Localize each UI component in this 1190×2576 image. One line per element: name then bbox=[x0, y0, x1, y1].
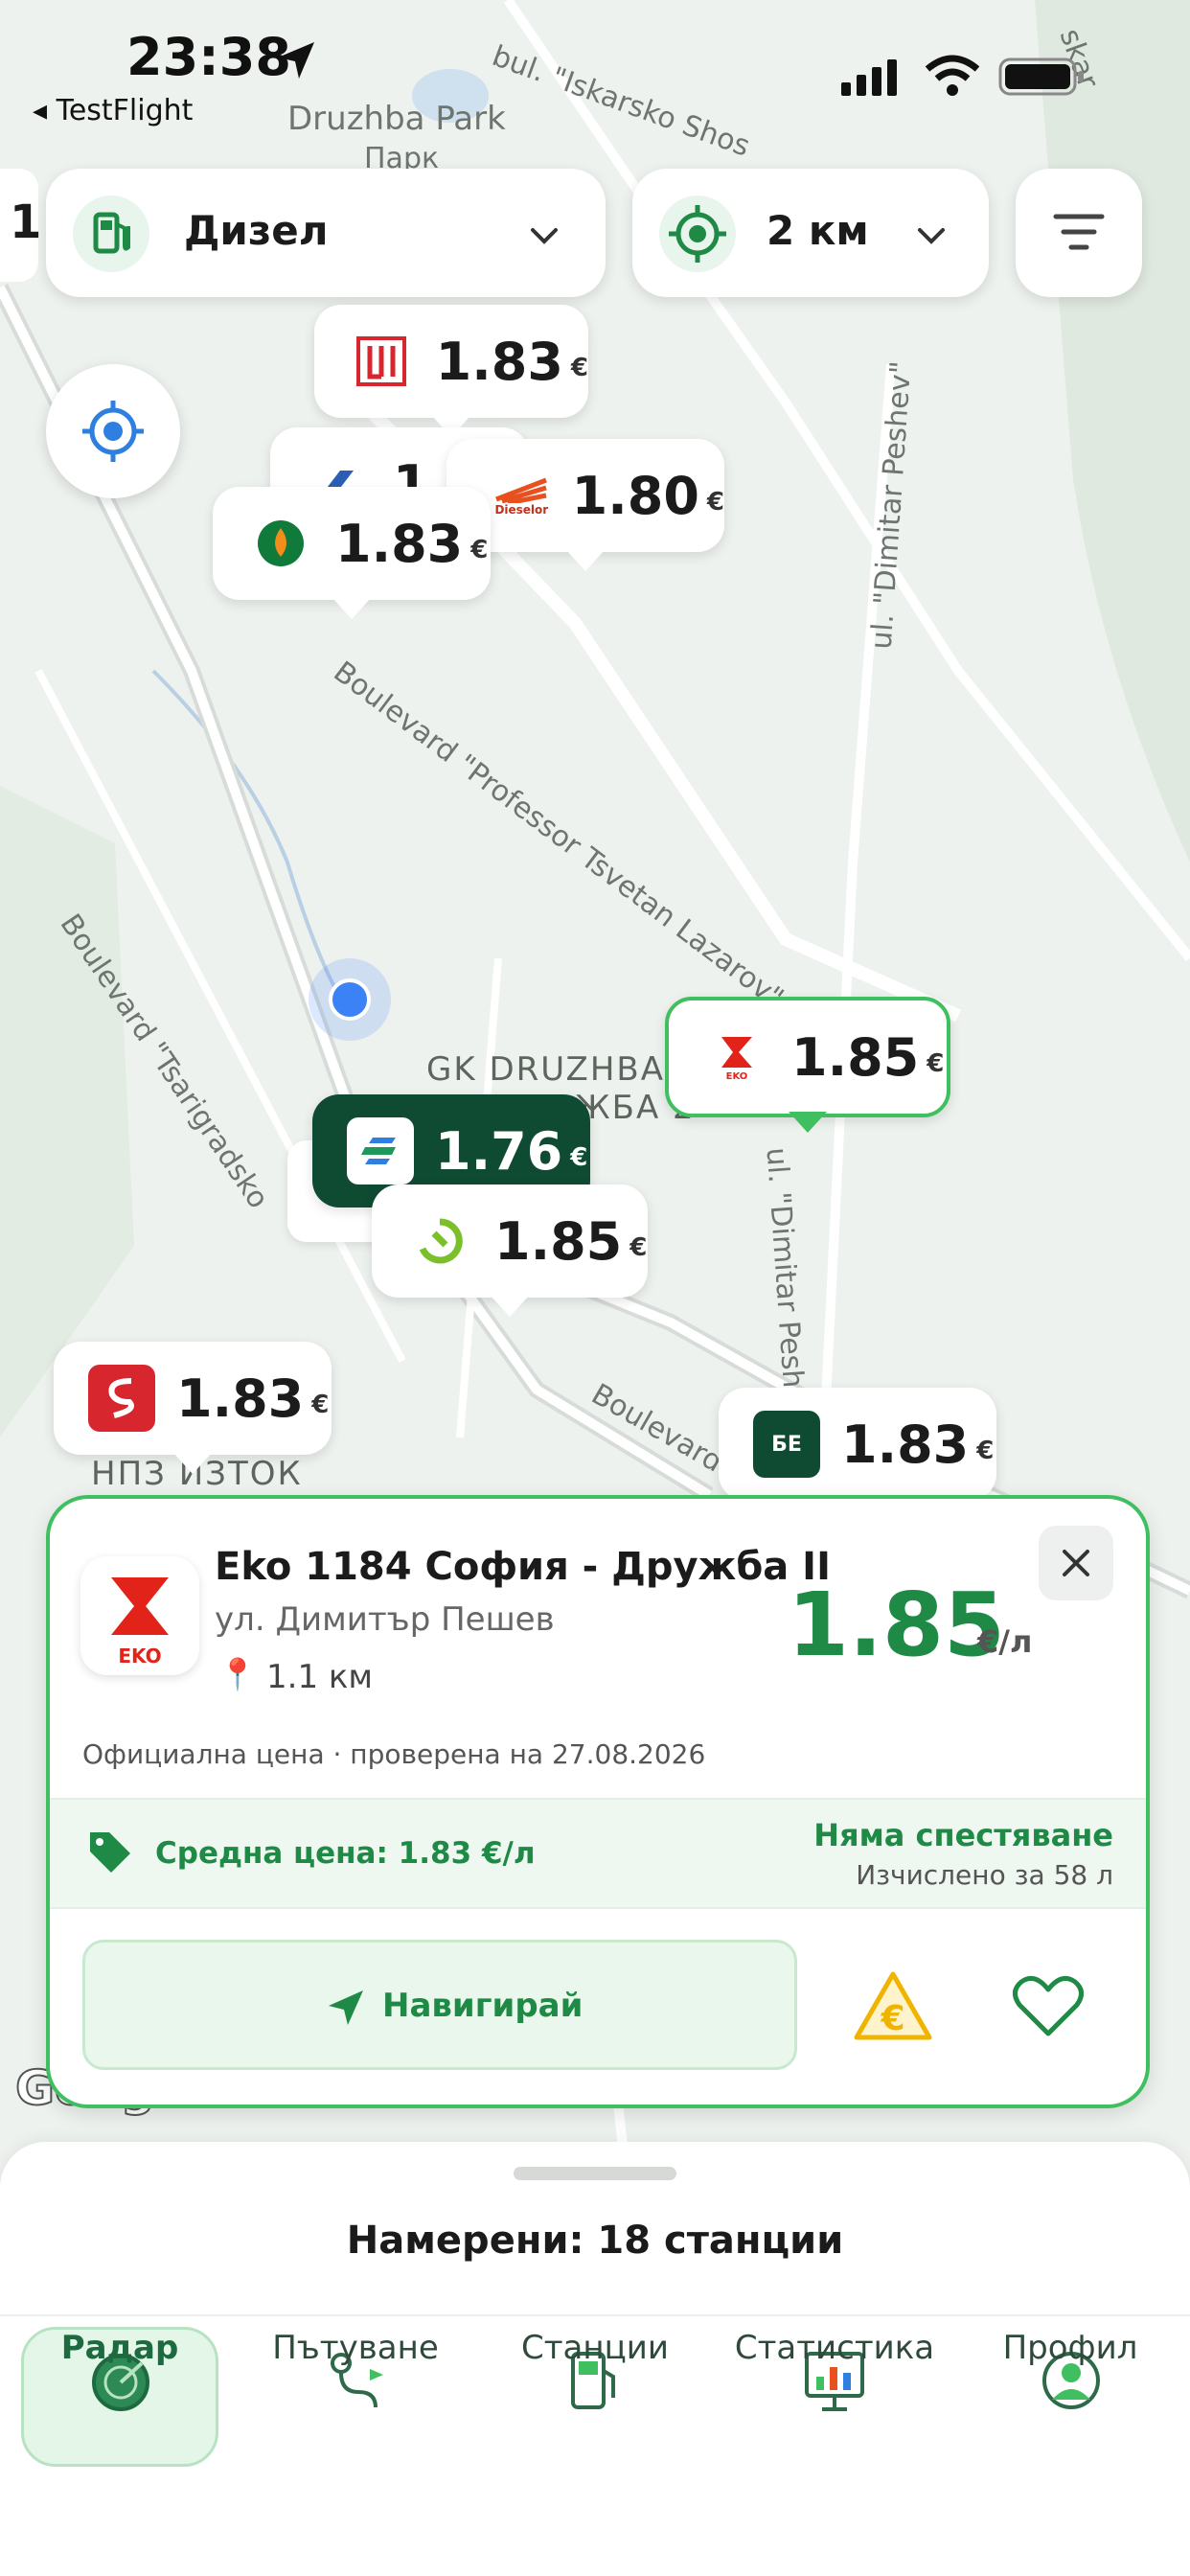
divider bbox=[0, 2314, 1190, 2316]
station-address: ул. Димитър Пешев bbox=[215, 1600, 555, 1639]
be-logo-text: БЕ bbox=[771, 1432, 802, 1457]
radius-dropdown[interactable]: 2 км bbox=[632, 169, 989, 297]
close-icon bbox=[1063, 1550, 1089, 1576]
tab-radar[interactable]: Радар bbox=[19, 2329, 220, 2367]
close-button[interactable] bbox=[1039, 1526, 1113, 1600]
fuel-type-label: Дизел bbox=[184, 207, 329, 254]
pin-price: 1.76 bbox=[435, 1120, 563, 1182]
price-pin-lukoil[interactable]: 1.83 € bbox=[314, 305, 588, 437]
pin-icon: 📍 bbox=[218, 1656, 257, 1692]
pin-price: 1.80 bbox=[571, 465, 699, 526]
navigate-button[interactable]: Навигирай bbox=[82, 1940, 797, 2070]
price-pin-rompetrol[interactable]: 1.85 € bbox=[372, 1184, 648, 1317]
my-location-button[interactable] bbox=[46, 364, 180, 498]
filter-button[interactable] bbox=[1016, 169, 1142, 297]
status-time: 23:38 bbox=[126, 27, 291, 87]
navigate-label: Навигирай bbox=[382, 1987, 584, 2025]
pin-currency: € bbox=[570, 354, 588, 382]
pin-currency: € bbox=[570, 1143, 588, 1172]
station-card: EKO Eko 1184 София - Дружба II ул. Димит… bbox=[46, 1495, 1150, 2108]
chevron-down-icon bbox=[918, 228, 945, 244]
results-count: Намерени: 18 станции bbox=[346, 2219, 844, 2263]
dieselor-logo-icon: Dieselor bbox=[481, 462, 562, 529]
price-pin-be[interactable]: БЕ 1.83 € bbox=[719, 1388, 996, 1520]
euro-warning-icon: € bbox=[854, 1971, 932, 2040]
station-distance: 1.1 км bbox=[266, 1658, 374, 1696]
price-report-button[interactable]: € bbox=[849, 1963, 937, 2051]
testflight-back-link[interactable]: ◂ TestFlight bbox=[33, 94, 193, 127]
tag-icon bbox=[90, 1832, 130, 1873]
savings-calc: Изчислено за 58 л bbox=[856, 1859, 1113, 1891]
price-pin-petrol[interactable]: 1.83 € bbox=[213, 487, 491, 619]
pin-price: 1.85 bbox=[791, 1026, 920, 1088]
avg-price-row: Средна цена: 1.83 €/л Няма спестяване Из… bbox=[50, 1798, 1146, 1909]
sheet-drag-handle[interactable] bbox=[514, 2167, 676, 2180]
wifi-icon bbox=[925, 55, 980, 96]
brand-logo-icon bbox=[347, 1117, 414, 1184]
pin-currency: € bbox=[976, 1437, 995, 1465]
chevron-down-icon bbox=[531, 228, 558, 244]
tab-statistics[interactable]: Статистика bbox=[734, 2329, 935, 2367]
filter-icon bbox=[1053, 214, 1105, 250]
station-price: 1.85 bbox=[788, 1574, 1005, 1676]
fuel-pump-icon bbox=[73, 196, 149, 272]
price-pin-eko-selected[interactable]: EKO 1.85 € bbox=[665, 997, 950, 1133]
dieselor-text: Dieselor bbox=[494, 503, 549, 517]
fuel-type-dropdown[interactable]: Дизел bbox=[46, 169, 606, 297]
target-icon bbox=[659, 196, 736, 272]
be-logo-icon: БЕ bbox=[753, 1411, 820, 1478]
eko-logo-icon: EKO bbox=[80, 1556, 199, 1675]
brand-logo-icon bbox=[88, 1365, 155, 1432]
pin-price: 1.83 bbox=[176, 1368, 305, 1429]
pin-price: 1.83 bbox=[841, 1414, 970, 1475]
pin-currency: € bbox=[706, 488, 724, 517]
heart-icon bbox=[1013, 1975, 1084, 2036]
cropped-price-pin[interactable]: 1. bbox=[0, 169, 59, 282]
station-name: Eko 1184 София - Дружба II bbox=[215, 1545, 831, 1589]
map-label-district: GK DRUZHBA bbox=[426, 1050, 665, 1089]
pin-price: 1.83 bbox=[435, 331, 563, 392]
svg-text:€: € bbox=[880, 1999, 904, 2038]
savings-status: Няма спестяване bbox=[813, 1817, 1113, 1853]
price-verified-note: Официална цена · проверена на 27.08.2026 bbox=[82, 1738, 706, 1770]
avg-price: Средна цена: 1.83 €/л bbox=[155, 1836, 536, 1871]
favorite-button[interactable] bbox=[1004, 1963, 1092, 2051]
eko-logo-icon: EKO bbox=[703, 1024, 770, 1091]
user-location-dot bbox=[329, 978, 371, 1021]
signal-icon bbox=[841, 59, 897, 96]
tab-stations[interactable]: Станции bbox=[494, 2329, 696, 2367]
eko-logo-text: EKO bbox=[118, 1644, 162, 1668]
map-label-park: Druzhba Park bbox=[287, 100, 506, 138]
tab-trip[interactable]: Пътуване bbox=[255, 2329, 456, 2367]
pin-price: 1.85 bbox=[494, 1210, 623, 1272]
navigation-arrow-icon bbox=[329, 1990, 363, 2025]
pin-price: 1.83 bbox=[335, 513, 464, 574]
tab-profile[interactable]: Профил bbox=[970, 2329, 1171, 2367]
battery-icon bbox=[998, 58, 1084, 96]
pin-currency: € bbox=[470, 536, 489, 564]
radius-label: 2 км bbox=[767, 207, 869, 254]
rompetrol-logo-icon bbox=[406, 1208, 473, 1275]
petrol-logo-icon bbox=[247, 510, 314, 577]
pin-currency: € bbox=[629, 1233, 648, 1262]
pin-currency: € bbox=[311, 1391, 330, 1419]
price-pin-shell[interactable]: 1.83 € bbox=[54, 1342, 332, 1474]
location-arrow-icon bbox=[278, 42, 314, 79]
pin-currency: € bbox=[927, 1049, 945, 1078]
lukoil-logo-icon bbox=[349, 328, 415, 395]
eko-pin-text: EKO bbox=[725, 1070, 748, 1082]
price-unit: €/л bbox=[977, 1623, 1033, 1660]
crosshair-icon bbox=[82, 401, 144, 462]
